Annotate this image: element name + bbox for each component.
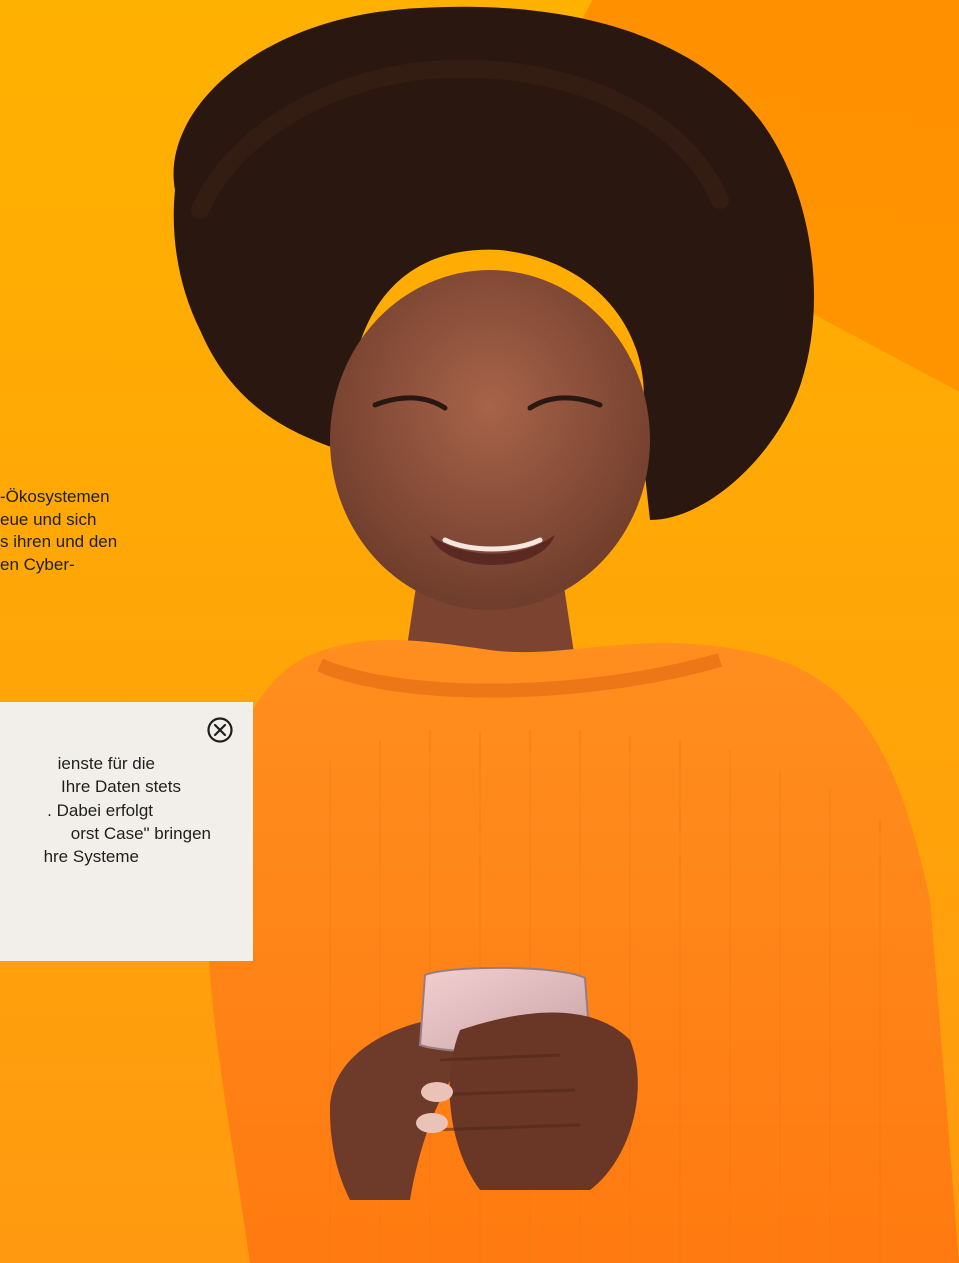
- intro-text: -Ökosystemen eue und sich s ihren und de…: [0, 486, 190, 576]
- intro-line: eue und sich: [0, 509, 97, 529]
- popup-line: . Dabei erfolgt: [47, 800, 153, 820]
- intro-line: en Cyber-: [0, 554, 75, 574]
- woman-with-phone-photo: [173, 6, 959, 1263]
- popup-line: orst Case" bringen: [70, 823, 211, 843]
- close-circle-icon[interactable]: [206, 716, 234, 744]
- popup-line: ienste für die: [57, 754, 155, 773]
- hero-section: -Ökosystemen eue und sich s ihren und de…: [0, 0, 959, 1263]
- popup-text: ienste für die Ihre Daten stets . Dabei …: [0, 752, 253, 868]
- intro-line: -Ökosystemen: [0, 487, 110, 506]
- popup-line: Ihre Daten stets: [60, 777, 181, 797]
- popup-line: hre Systeme: [43, 847, 139, 867]
- info-popup: ienste für die Ihre Daten stets . Dabei …: [0, 702, 253, 961]
- intro-line: s ihren und den: [0, 532, 118, 551]
